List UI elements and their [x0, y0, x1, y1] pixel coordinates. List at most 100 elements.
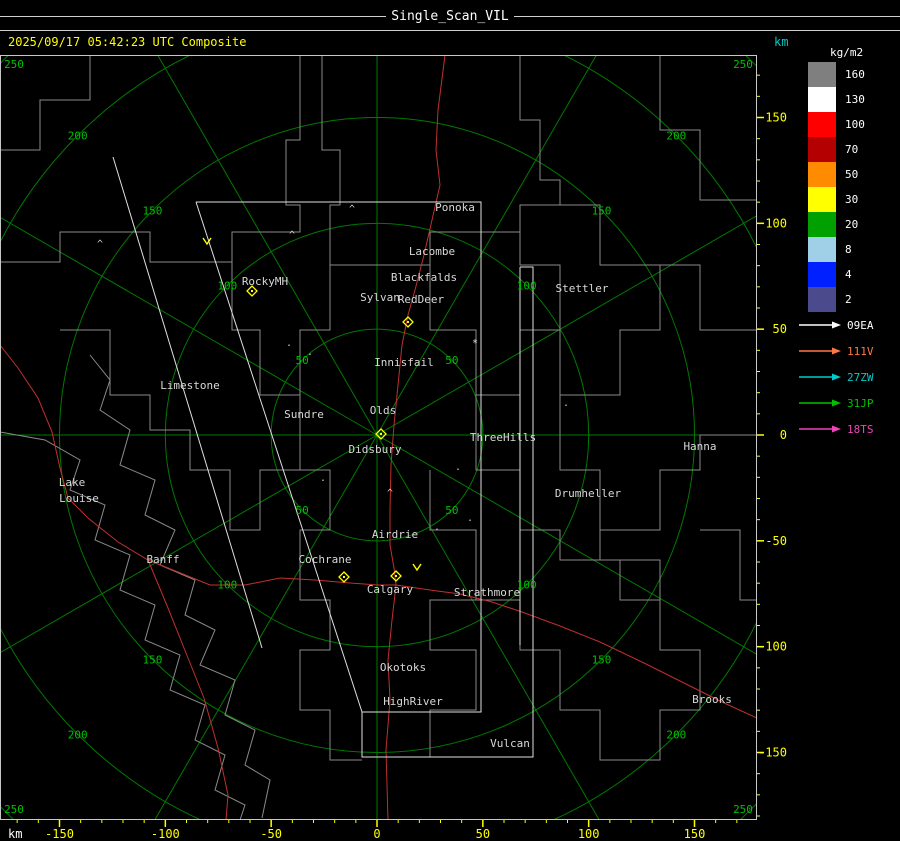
colorbar-swatch — [808, 137, 836, 162]
right-axis-label: -150 — [758, 746, 787, 760]
colorbar-entry: 160 — [808, 62, 865, 87]
range-ring-label: 150 — [143, 654, 163, 667]
range-ring-label: 250 — [4, 58, 24, 71]
boundary-line — [559, 395, 757, 531]
range-ring-label: 100 — [517, 279, 537, 292]
city-label: Didsbury — [349, 443, 402, 456]
city-label: Sundre — [284, 408, 324, 421]
storm-marker-dot — [380, 433, 382, 435]
colorbar-swatch — [808, 212, 836, 237]
range-ring-label: 100 — [217, 579, 237, 592]
right-axis-label: 0 — [780, 428, 787, 442]
radar-site-entry: 31JP — [799, 390, 874, 416]
city-label: Innisfail — [374, 356, 434, 369]
site-id-label: 27ZW — [847, 370, 874, 384]
storm-marker-dot — [251, 290, 253, 292]
storm-marker-dot — [395, 575, 397, 577]
town-marker: ^ — [289, 230, 295, 241]
colorbar-value: 50 — [845, 168, 859, 181]
city-label: Airdrie — [372, 528, 418, 541]
right-axis-label: 150 — [765, 110, 787, 124]
colorbar-swatch — [808, 287, 836, 312]
town-marker: . — [286, 338, 292, 349]
city-label: Drumheller — [555, 487, 622, 500]
bottom-axis-label: 50 — [476, 827, 490, 841]
radar-site-entry: 09EA — [799, 312, 874, 338]
range-ring-label: 250 — [733, 803, 753, 816]
azimuth-line — [0, 216, 378, 436]
town-marker: . — [320, 473, 326, 484]
city-label: Sylvan — [360, 291, 400, 304]
colorbar-value: 70 — [845, 143, 859, 156]
colorbar-swatch — [808, 162, 836, 187]
radar-site-entry: 18TS — [799, 416, 874, 442]
boundary-line — [231, 232, 331, 396]
city-label: Banff — [146, 553, 179, 566]
range-ring-label: 200 — [68, 130, 88, 143]
azimuth-line — [376, 215, 757, 436]
right-axis-label: 50 — [773, 322, 787, 336]
right-axis-unit-label: km — [774, 35, 789, 49]
city-label: Okotoks — [380, 661, 426, 674]
bottom-axis-label: -150 — [45, 827, 74, 841]
site-id-label: 18TS — [847, 422, 874, 436]
colorbar-entry: 4 — [808, 262, 865, 287]
town-marker: . — [434, 522, 440, 533]
map-layers: 5050505010010010010015015015015020020020… — [0, 55, 757, 820]
colorbar: 160 130 100 70 50 30 20 8 4 2 — [808, 62, 865, 312]
city-label: Louise — [59, 492, 99, 505]
range-ring-label: 100 — [217, 279, 237, 292]
site-id-label: 09EA — [847, 318, 874, 332]
range-ring-label: 200 — [666, 728, 686, 741]
site-id-label: 31JP — [847, 396, 874, 410]
site-arrow-icon — [799, 321, 841, 329]
range-ring-label: 50 — [445, 354, 458, 367]
site-id-label: 111V — [847, 344, 874, 358]
bottom-axis-label: -50 — [260, 827, 282, 841]
city-label: Cochrane — [299, 553, 352, 566]
bottom-axis-label: 0 — [373, 827, 380, 841]
colorbar-value: 130 — [845, 93, 865, 106]
right-axis-label: -100 — [758, 640, 787, 654]
city-label: Hanna — [683, 440, 716, 453]
colorbar-value: 20 — [845, 218, 859, 231]
colorbar-swatch — [808, 112, 836, 137]
right-axis-label: 100 — [765, 216, 787, 230]
range-ring-label: 250 — [733, 58, 753, 71]
city-label: Lake — [59, 476, 86, 489]
colorbar-value: 100 — [845, 118, 865, 131]
colorbar-unit-label: kg/m2 — [830, 46, 864, 59]
city-label: Stettler — [556, 282, 609, 295]
right-axis-label: -50 — [765, 534, 787, 548]
boundary-line — [600, 559, 661, 600]
colorbar-value: 30 — [845, 193, 859, 206]
storm-marker-dot — [343, 576, 345, 578]
city-label: Ponoka — [435, 201, 475, 214]
city-label: HighRiver — [383, 695, 443, 708]
range-ring-label: 250 — [4, 803, 24, 816]
colorbar-swatch — [808, 62, 836, 87]
town-marker: . — [467, 513, 473, 524]
radar-site-legend: 09EA 111V 27ZW 31JP 18TS — [799, 312, 874, 442]
colorbar-entry: 100 — [808, 112, 865, 137]
colorbar-entry: 70 — [808, 137, 865, 162]
boundary-line — [0, 55, 301, 263]
header-separator — [0, 30, 900, 31]
azimuth-line — [154, 434, 378, 820]
town-marker: . — [455, 462, 461, 473]
town-marker: . — [307, 347, 313, 358]
city-label: Olds — [370, 404, 397, 417]
town-marker: ^ — [97, 239, 103, 250]
radar-map-canvas[interactable]: 5050505010010010010015015015015020020020… — [0, 0, 900, 841]
range-ring-label: 150 — [592, 654, 612, 667]
range-ring-label: 150 — [592, 204, 612, 217]
colorbar-value: 8 — [845, 243, 852, 256]
colorbar-swatch — [808, 237, 836, 262]
colorbar-value: 2 — [845, 293, 852, 306]
azimuth-line — [376, 434, 757, 655]
site-arrow-icon — [799, 347, 841, 355]
boundary-line — [659, 55, 757, 201]
range-ring-label: 200 — [666, 130, 686, 143]
colorbar-value: 4 — [845, 268, 852, 281]
colorbar-entry: 130 — [808, 87, 865, 112]
